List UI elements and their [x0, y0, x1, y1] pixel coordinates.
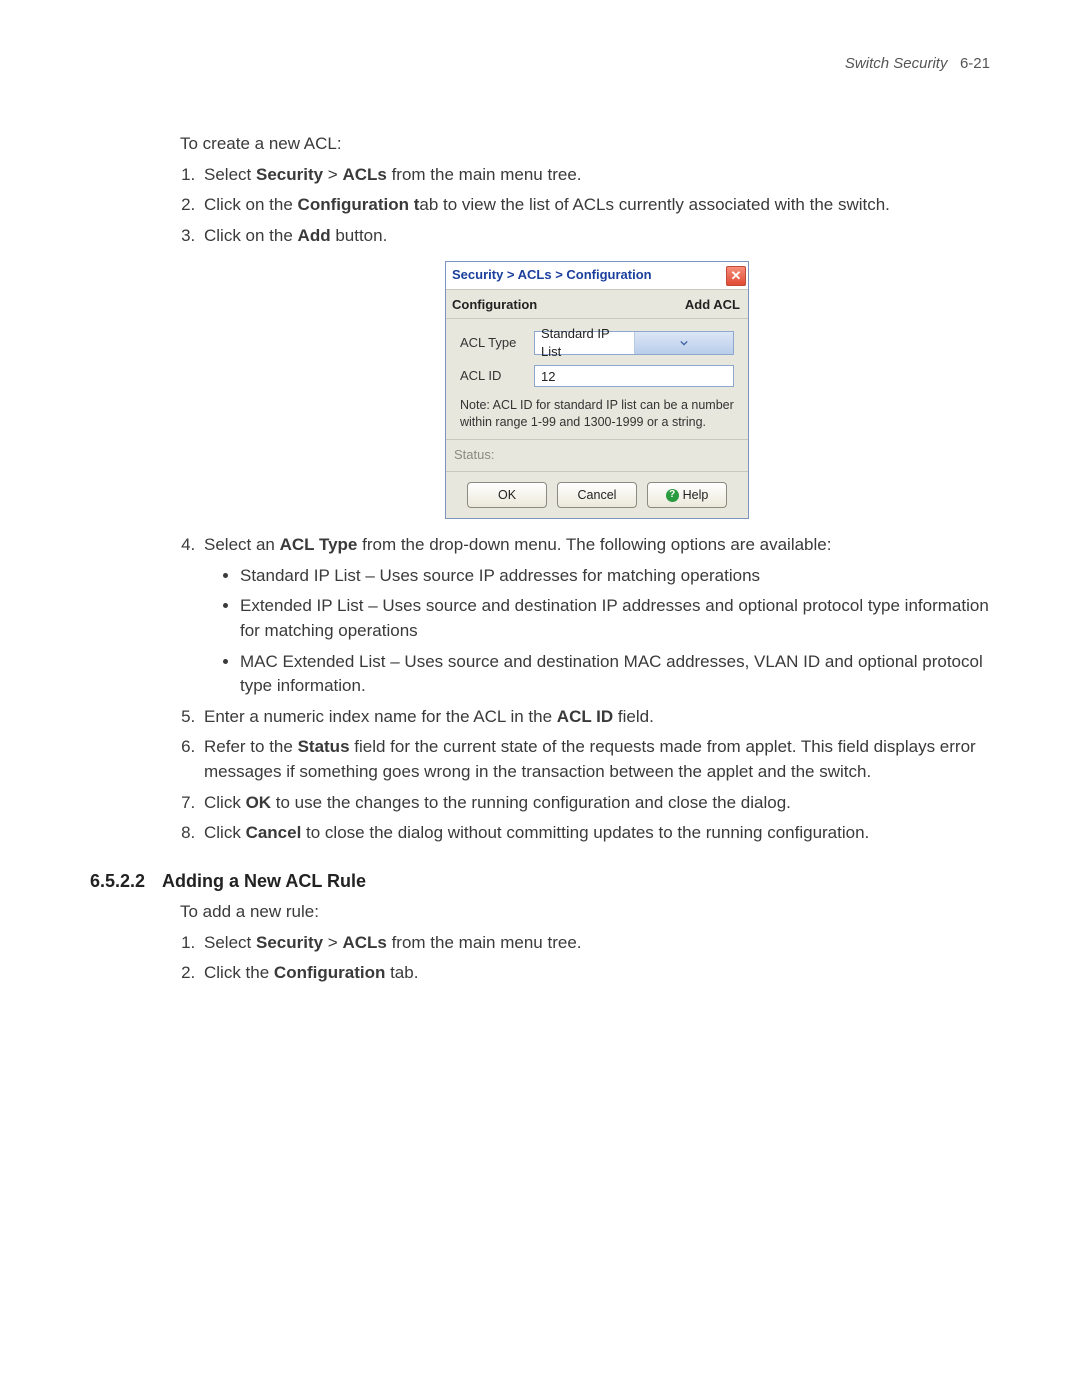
bold-ok: OK [246, 793, 272, 812]
intro-add-rule: To add a new rule: [180, 900, 990, 925]
acl-type-value: Standard IP List [535, 325, 634, 363]
status-label: Status: [454, 447, 494, 462]
acl-id-label: ACL ID [460, 367, 534, 386]
cancel-button[interactable]: Cancel [557, 482, 637, 508]
step-5: Enter a numeric index name for the ACL i… [200, 705, 990, 730]
rule-step-2: Click the Configuration tab. [200, 961, 990, 986]
help-icon: ? [666, 489, 679, 502]
bold-acl-type: ACL Type [280, 535, 358, 554]
bold-add: Add [298, 226, 331, 245]
bullet-extended: Extended IP List – Uses source and desti… [240, 594, 990, 643]
bold-acl-id: ACL ID [557, 707, 613, 726]
bold-cancel: Cancel [246, 823, 302, 842]
step-3: Click on the Add button. Security > ACLs… [200, 224, 990, 519]
step-6: Refer to the Status field for the curren… [200, 735, 990, 784]
intro-create-acl: To create a new ACL: [180, 132, 990, 157]
bold-configuration: Configuration t [298, 195, 420, 214]
row-acl-id: ACL ID [460, 365, 734, 387]
status-field: Status: [446, 439, 748, 471]
ok-button[interactable]: OK [467, 482, 547, 508]
steps-add-rule: Select Security > ACLs from the main men… [200, 931, 990, 986]
row-acl-type: ACL Type Standard IP List [460, 331, 734, 355]
acl-id-input[interactable] [534, 365, 734, 387]
dialog-title-right: Add ACL [685, 296, 740, 315]
bold-security-2: Security [256, 933, 323, 952]
subsection-title: Adding a New ACL Rule [162, 871, 366, 891]
header-page: 6-21 [960, 55, 990, 72]
rule-step-1: Select Security > ACLs from the main men… [200, 931, 990, 956]
bold-status: Status [298, 737, 350, 756]
bold-acls-2: ACLs [342, 933, 386, 952]
dialog-breadcrumb: Security > ACLs > Configuration [452, 266, 652, 285]
acl-type-label: ACL Type [460, 334, 534, 353]
bold-configuration-2: Configuration [274, 963, 385, 982]
acl-type-options: Standard IP List – Uses source IP addres… [240, 564, 990, 699]
bold-security: Security [256, 165, 323, 184]
step-7: Click OK to use the changes to the runni… [200, 791, 990, 816]
page: Switch Security 6-21 To create a new ACL… [0, 0, 1080, 1397]
step-8: Click Cancel to close the dialog without… [200, 821, 990, 846]
step-1: Select Security > ACLs from the main men… [200, 163, 990, 188]
header-title: Switch Security [845, 55, 948, 72]
subsection-heading: 6.5.2.2Adding a New ACL Rule [90, 868, 990, 894]
page-header: Switch Security 6-21 [90, 55, 990, 72]
dialog-wrap: Security > ACLs > Configuration ✕ Config… [204, 261, 990, 519]
bullet-standard: Standard IP List – Uses source IP addres… [240, 564, 990, 589]
add-acl-dialog: Security > ACLs > Configuration ✕ Config… [445, 261, 749, 519]
dialog-buttons: OK Cancel ? Help [446, 471, 748, 518]
subsection-number: 6.5.2.2 [90, 868, 162, 894]
close-icon[interactable]: ✕ [726, 266, 746, 286]
steps-create-acl: Select Security > ACLs from the main men… [200, 163, 990, 846]
dialog-body: ACL Type Standard IP List ACL ID [446, 319, 748, 439]
step-2: Click on the Configuration tab to view t… [200, 193, 990, 218]
bullet-mac: MAC Extended List – Uses source and dest… [240, 650, 990, 699]
content: To create a new ACL: Select Security > A… [90, 132, 990, 986]
bold-acls: ACLs [342, 165, 386, 184]
help-button[interactable]: ? Help [647, 482, 727, 508]
dialog-subheader: Configuration Add ACL [446, 290, 748, 320]
chevron-down-icon[interactable] [634, 332, 734, 354]
acl-type-select[interactable]: Standard IP List [534, 331, 734, 355]
dialog-titlebar: Security > ACLs > Configuration ✕ [446, 262, 748, 290]
dialog-tab: Configuration [452, 296, 537, 315]
step-4: Select an ACL Type from the drop-down me… [200, 533, 990, 699]
acl-id-note: Note: ACL ID for standard IP list can be… [460, 397, 734, 431]
